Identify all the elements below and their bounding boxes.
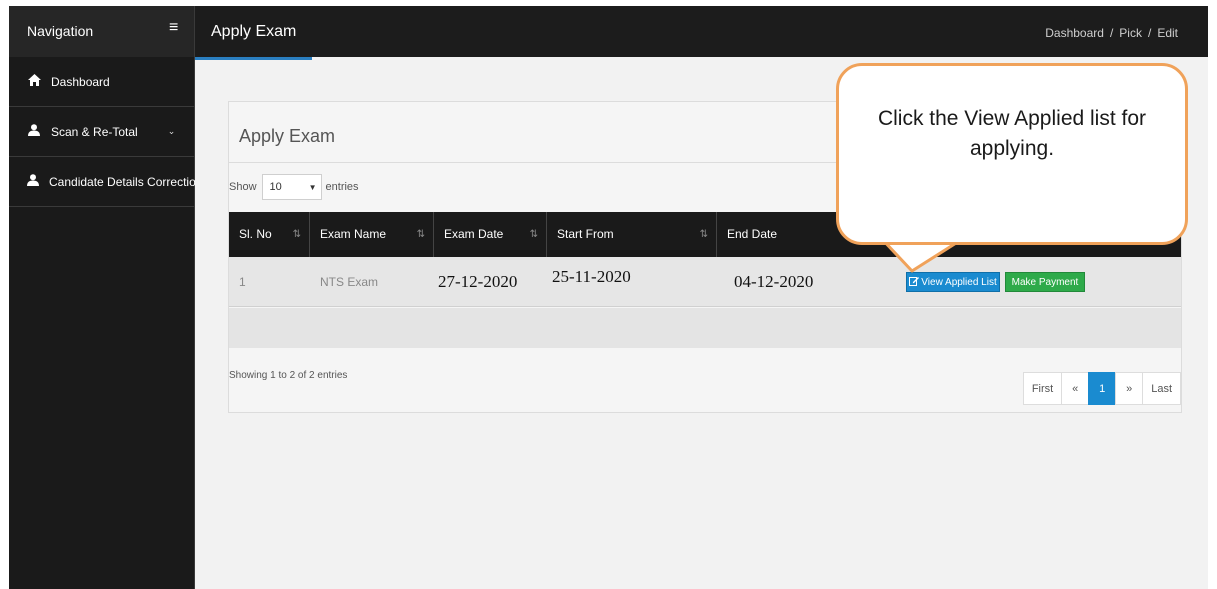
pagination-prev[interactable]: «	[1061, 372, 1090, 405]
app-frame: Navigation ≡ Apply Exam Dashboard / Pick / E…	[9, 6, 1208, 589]
pagination-next[interactable]: »	[1115, 372, 1144, 405]
blurred-table-row	[229, 308, 1181, 348]
callout-text: Click the View Applied list for applying…	[877, 107, 1147, 160]
pagination-page-1[interactable]: 1	[1088, 372, 1117, 405]
pagination-last[interactable]: Last	[1142, 372, 1181, 405]
callout-pointer-mask	[882, 237, 962, 242]
pagination: First « 1 » Last	[1022, 372, 1181, 405]
instruction-callout: Click the View Applied list for applying…	[836, 63, 1188, 245]
pagination-first[interactable]: First	[1022, 372, 1063, 405]
table-info: Showing 1 to 2 of 2 entries	[229, 370, 348, 381]
